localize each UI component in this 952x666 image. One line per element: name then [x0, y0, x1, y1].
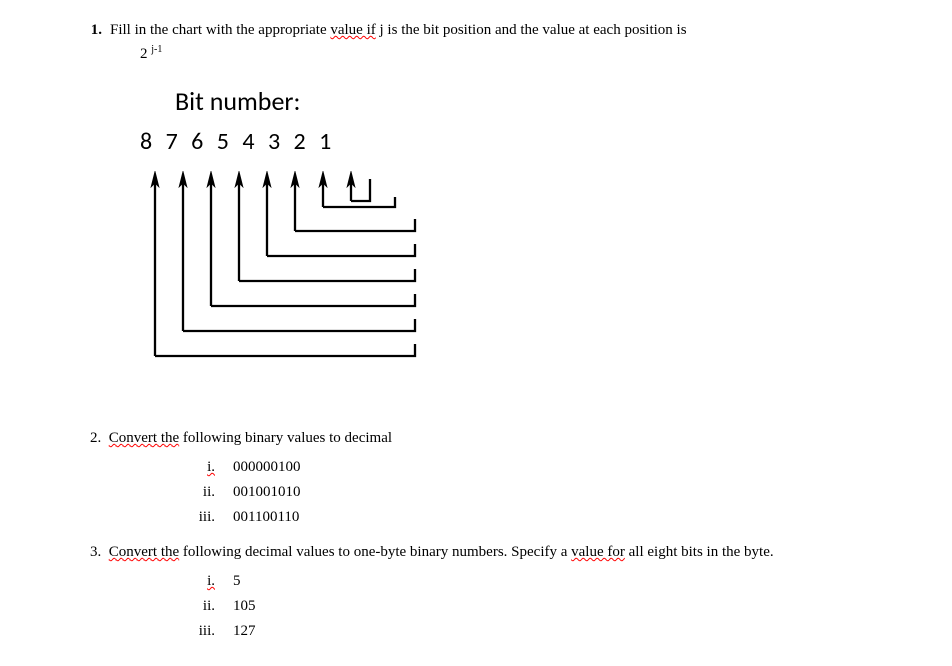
question-1: 1. Fill in the chart with the appropriat… — [80, 20, 952, 378]
q3-rest: all eight bits in the byte. — [625, 544, 774, 560]
list-item: i. 000000100 — [185, 457, 952, 478]
q2-spell-convert-the: Convert the — [109, 430, 179, 446]
q2-number: 2. — [90, 430, 101, 446]
spacer-1 — [80, 378, 952, 414]
q2-value-2: 001001010 — [233, 482, 301, 503]
q2-prompt: 2. Convert the following binary values t… — [90, 428, 920, 449]
q3-value-2: 105 — [233, 596, 256, 617]
list-item: ii. 105 — [185, 596, 952, 617]
question-3: 3. Convert the following decimal values … — [90, 542, 952, 642]
list-item: ii. 001001010 — [185, 482, 952, 503]
bit-numbers-row: 8 7 6 5 4 3 2 1 — [140, 125, 940, 159]
q3-value-3: 127 — [233, 621, 256, 642]
q1-text-b: j is the bit position and the value at e… — [376, 22, 687, 38]
list-item: iii. 001100110 — [185, 507, 952, 528]
q3-prompt: 3. Convert the following decimal values … — [90, 542, 920, 563]
list-item: iii. 127 — [185, 621, 952, 642]
q1-formula: 2 j-1 — [140, 43, 940, 65]
roman-ii: ii. — [185, 482, 215, 503]
q3-spell-value-for: value for — [571, 544, 625, 560]
q1-body: Fill in the chart with the appropriate v… — [110, 20, 940, 378]
roman-iii: iii. — [185, 621, 215, 642]
bit-number-heading: Bit number: — [175, 83, 940, 119]
roman-i: i. — [185, 457, 215, 478]
q1-text-a: Fill in the chart with the appropriate — [110, 22, 330, 38]
q3-mid: following decimal values to one-byte bin… — [179, 544, 571, 560]
q3-list: i. 5 ii. 105 iii. 127 — [185, 571, 952, 642]
formula-exp: j-1 — [151, 44, 162, 55]
q2-value-3: 001100110 — [233, 507, 299, 528]
q3-spell-convert-the: Convert the — [109, 544, 179, 560]
roman-i: i. — [185, 571, 215, 592]
formula-base: 2 — [140, 46, 151, 62]
q2-value-1: 000000100 — [233, 457, 301, 478]
q2-rest: following binary values to decimal — [179, 430, 392, 446]
q1-spell-value-if: value if — [330, 22, 375, 38]
q3-value-1: 5 — [233, 571, 241, 592]
question-2: 2. Convert the following binary values t… — [90, 428, 952, 528]
roman-ii: ii. — [185, 596, 215, 617]
q1-number: 1. — [80, 20, 110, 41]
q2-list: i. 000000100 ii. 001001010 iii. 00110011… — [185, 457, 952, 528]
q3-number: 3. — [90, 544, 101, 560]
roman-iii: iii. — [185, 507, 215, 528]
bit-diagram — [150, 171, 940, 378]
list-item: i. 5 — [185, 571, 952, 592]
